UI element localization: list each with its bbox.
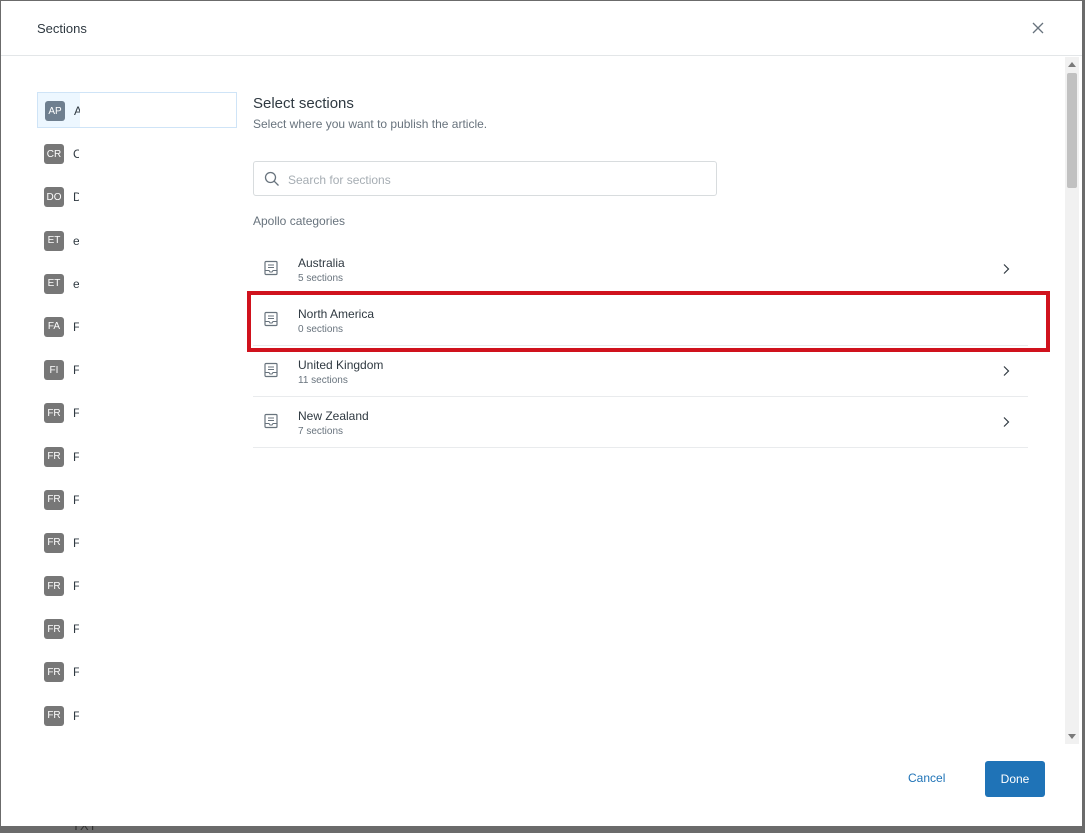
chevron-right-icon[interactable]	[1001, 416, 1011, 428]
brand-list-item[interactable]: FR F	[37, 395, 237, 430]
brand-label: Fi	[73, 622, 79, 637]
category-count: 7 sections	[298, 426, 344, 437]
scroll-down-arrow-icon[interactable]	[1068, 734, 1076, 739]
brand-list-item[interactable]: FA F	[37, 309, 237, 344]
category-row[interactable]: New Zealand 7 sections	[253, 397, 1028, 448]
dialog-title: Sections	[37, 21, 87, 36]
brand-badge: ET	[44, 273, 64, 294]
search-input[interactable]	[286, 162, 710, 197]
brand-label: e	[73, 276, 79, 291]
brand-label: F	[73, 449, 79, 464]
category-count: 11 sections	[298, 375, 348, 386]
brand-badge: FR	[44, 705, 64, 726]
brand-label: F	[73, 406, 79, 421]
category-icon	[264, 413, 278, 429]
brand-label: F	[73, 665, 79, 680]
brand-badge: FA	[44, 316, 64, 337]
category-icon	[264, 362, 278, 378]
close-button[interactable]	[1029, 19, 1047, 37]
brand-label: F	[73, 708, 79, 723]
scroll-up-arrow-icon[interactable]	[1068, 62, 1076, 67]
category-row[interactable]: Australia 5 sections	[253, 244, 1028, 295]
category-name: Australia	[298, 256, 345, 270]
brand-list-item[interactable]: FR F	[37, 439, 237, 474]
brand-badge: FR	[44, 403, 64, 424]
category-icon	[264, 260, 278, 276]
brand-list: APACRCDODETeETeFAFFIFiFRFFRFFRFFRFFRFFRF…	[37, 92, 237, 741]
brand-badge: FR	[44, 662, 64, 683]
scroll-thumb[interactable]	[1067, 73, 1077, 188]
category-list: Australia 5 sections North America 0 sectio…	[253, 244, 1028, 448]
brand-list-item[interactable]: FR F	[37, 525, 237, 560]
brand-list-item[interactable]: DO D	[37, 179, 237, 214]
brand-badge: FR	[44, 576, 64, 597]
brand-badge: ET	[44, 230, 64, 251]
cancel-button[interactable]: Cancel	[908, 771, 945, 785]
brand-badge: CR	[44, 144, 64, 165]
brand-badge: FR	[44, 489, 64, 510]
category-count: 0 sections	[298, 324, 344, 335]
category-row[interactable]: United Kingdom 11 sections	[253, 346, 1028, 397]
brand-badge: FR	[44, 532, 64, 553]
brand-list-item[interactable]: FR F	[37, 698, 237, 733]
brand-list-item[interactable]: AP A	[37, 92, 237, 128]
scrollbar[interactable]	[1065, 57, 1079, 744]
brand-label: F	[73, 492, 79, 507]
brand-list-item[interactable]: FR F	[37, 482, 237, 517]
brand-badge: AP	[45, 101, 65, 121]
brand-list-item[interactable]: FR F	[37, 568, 237, 603]
search-box[interactable]	[253, 161, 717, 197]
brand-label: e	[73, 233, 79, 248]
category-icon	[264, 311, 278, 327]
dialog-header: Sections	[1, 1, 1082, 56]
done-button[interactable]: Done	[985, 761, 1045, 797]
category-row[interactable]: North America 0 sections	[253, 295, 1028, 346]
category-name: New Zealand	[298, 409, 369, 423]
brand-badge: DO	[44, 187, 64, 208]
main-subtitle: Select where you want to publish the art…	[253, 117, 488, 131]
brand-label: Fi	[73, 363, 79, 378]
brand-list-item[interactable]: ET e	[37, 266, 237, 301]
group-label: Apollo categories	[253, 214, 346, 228]
chevron-right-icon[interactable]	[1001, 263, 1011, 275]
search-icon	[264, 171, 279, 186]
brand-list-item[interactable]: CR C	[37, 136, 237, 171]
category-name: United Kingdom	[298, 358, 384, 372]
brand-label: D	[73, 190, 79, 205]
chevron-right-icon[interactable]	[1001, 365, 1011, 377]
close-icon	[1032, 22, 1044, 34]
brand-badge: FR	[44, 619, 64, 640]
category-name: North America	[298, 307, 375, 321]
category-count: 5 sections	[298, 273, 344, 284]
brand-list-item[interactable]: FR F	[37, 654, 237, 689]
brand-list-item[interactable]: ET e	[37, 223, 237, 258]
brand-label: A	[74, 104, 80, 118]
brand-badge: FR	[44, 446, 64, 467]
brand-label: F	[73, 319, 79, 334]
main-title: Select sections	[253, 95, 354, 112]
brand-badge: FI	[44, 360, 64, 381]
brand-list-item[interactable]: FR Fi	[37, 611, 237, 646]
sections-dialog: Sections APACRCDODETeETeFAFFIFiFRFFRFFRF…	[1, 1, 1082, 826]
brand-list-item[interactable]: FI Fi	[37, 352, 237, 387]
brand-label: C	[73, 147, 79, 162]
brand-label: F	[73, 535, 79, 550]
active-item-fill	[80, 93, 236, 127]
brand-label: F	[73, 579, 79, 594]
